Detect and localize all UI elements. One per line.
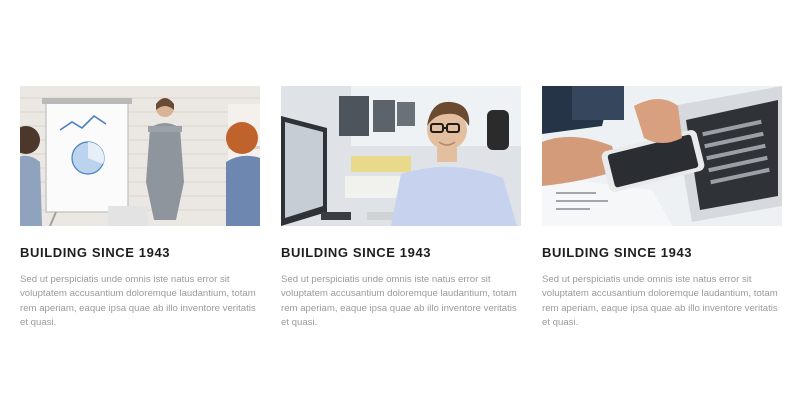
team-presentation-photo	[20, 86, 260, 226]
card-description: Sed ut perspiciatis unde omnis iste natu…	[281, 274, 517, 329]
office-worker-photo	[281, 86, 521, 226]
card-description: Sed ut perspiciatis unde omnis iste natu…	[542, 274, 778, 329]
feature-card: BUILDING SINCE 1943 Sed ut perspiciatis …	[281, 86, 521, 331]
feature-cards: BUILDING SINCE 1943 Sed ut perspiciatis …	[20, 86, 782, 331]
card-description: Sed ut perspiciatis unde omnis iste natu…	[20, 274, 256, 329]
tablet-laptop-photo	[542, 86, 782, 226]
feature-card: BUILDING SINCE 1943 Sed ut perspiciatis …	[542, 86, 782, 331]
card-title: BUILDING SINCE 1943	[281, 245, 432, 260]
feature-card: BUILDING SINCE 1943 Sed ut perspiciatis …	[20, 86, 260, 331]
card-title: BUILDING SINCE 1943	[20, 245, 171, 260]
card-title: BUILDING SINCE 1943	[542, 245, 693, 260]
